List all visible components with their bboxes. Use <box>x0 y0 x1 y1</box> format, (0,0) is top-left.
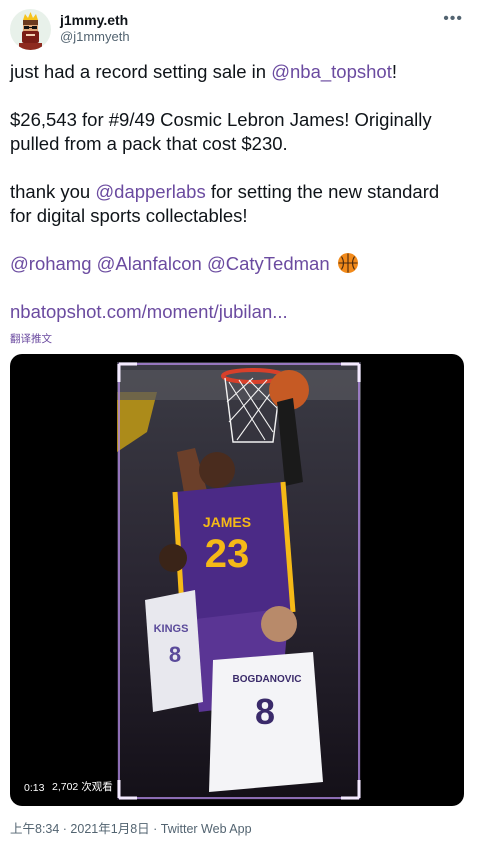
jersey-name: JAMES <box>203 514 251 530</box>
basketball-emoji-icon <box>337 253 358 273</box>
opponent-jersey-text: KINGS <box>154 623 189 635</box>
video-views: 2,702 次观看 <box>52 781 113 793</box>
opponent-jersey-number: 8 <box>169 642 181 667</box>
tweet-text: just had a record setting sale in @nba_t… <box>10 60 465 324</box>
text-segment: ! <box>391 61 397 82</box>
translate-tweet-link[interactable]: 翻译推文 <box>10 331 52 346</box>
display-name[interactable]: j1mmy.eth <box>60 12 130 29</box>
mention-alanfalcon[interactable]: @Alanfalcon <box>97 253 202 274</box>
avatar[interactable] <box>10 9 51 50</box>
opponent-jersey-number-front: 8 <box>255 691 275 732</box>
mention-rohamg[interactable]: @rohamg <box>10 253 92 274</box>
mention-nba-topshot[interactable]: @nba_topshot <box>271 61 392 82</box>
opponent-jersey-name: BOGDANOVIC <box>233 674 302 685</box>
tweet-paragraph-sale: $26,543 for #9/49 Cosmic Lebron James! O… <box>10 109 432 154</box>
text-segment: thank you <box>10 181 96 202</box>
tweet-timestamp[interactable]: 上午8:34 · 2021年1月8日 · Twitter Web App <box>10 818 252 837</box>
more-options-icon[interactable]: ••• <box>443 10 463 28</box>
jersey-number: 23 <box>205 532 250 576</box>
mention-dapperlabs[interactable]: @dapperlabs <box>95 181 205 202</box>
mention-catytedman[interactable]: @CatyTedman <box>207 253 330 274</box>
video-time: 0:13 <box>24 782 45 794</box>
text-segment: just had a record setting sale in <box>10 61 272 82</box>
video-frame[interactable]: JAMES 23 KINGS 8 BOGDANOVIC 8 <box>117 362 361 800</box>
user-handle[interactable]: @j1mmyeth <box>60 29 130 45</box>
video-player[interactable]: JAMES 23 KINGS 8 BOGDANOVIC 8 0:13 2,702… <box>10 354 464 806</box>
tweet-header: j1mmy.eth @j1mmyeth ••• <box>0 0 477 58</box>
moment-link[interactable]: nbatopshot.com/moment/jubilan... <box>10 301 288 322</box>
